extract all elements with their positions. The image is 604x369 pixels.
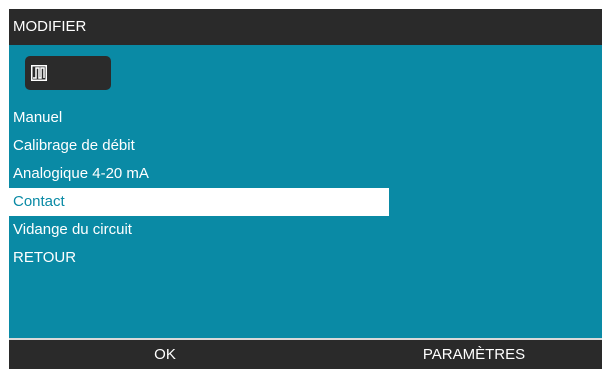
parametres-softkey[interactable]: PARAMÈTRES bbox=[394, 346, 554, 363]
pulse-contact-icon bbox=[31, 65, 47, 81]
softkey-bar: OK PARAMÈTRES bbox=[9, 338, 602, 369]
menu-list: Manuel Calibrage de débit Analogique 4-2… bbox=[9, 104, 389, 272]
menu-item-manuel[interactable]: Manuel bbox=[9, 104, 389, 132]
mode-indicator bbox=[25, 56, 111, 90]
menu-item-vidange-circuit[interactable]: Vidange du circuit bbox=[9, 216, 389, 244]
ok-softkey[interactable]: OK bbox=[145, 346, 185, 363]
menu-item-analogique[interactable]: Analogique 4-20 mA bbox=[9, 160, 389, 188]
device-screen: MODIFIER Manuel Calibrage de débit Analo… bbox=[9, 9, 602, 369]
menu-item-contact[interactable]: Contact bbox=[9, 188, 389, 216]
screen-title: MODIFIER bbox=[13, 18, 87, 35]
menu-item-retour[interactable]: RETOUR bbox=[9, 244, 389, 272]
title-bar: MODIFIER bbox=[9, 9, 602, 45]
menu-item-calibrage-debit[interactable]: Calibrage de débit bbox=[9, 132, 389, 160]
